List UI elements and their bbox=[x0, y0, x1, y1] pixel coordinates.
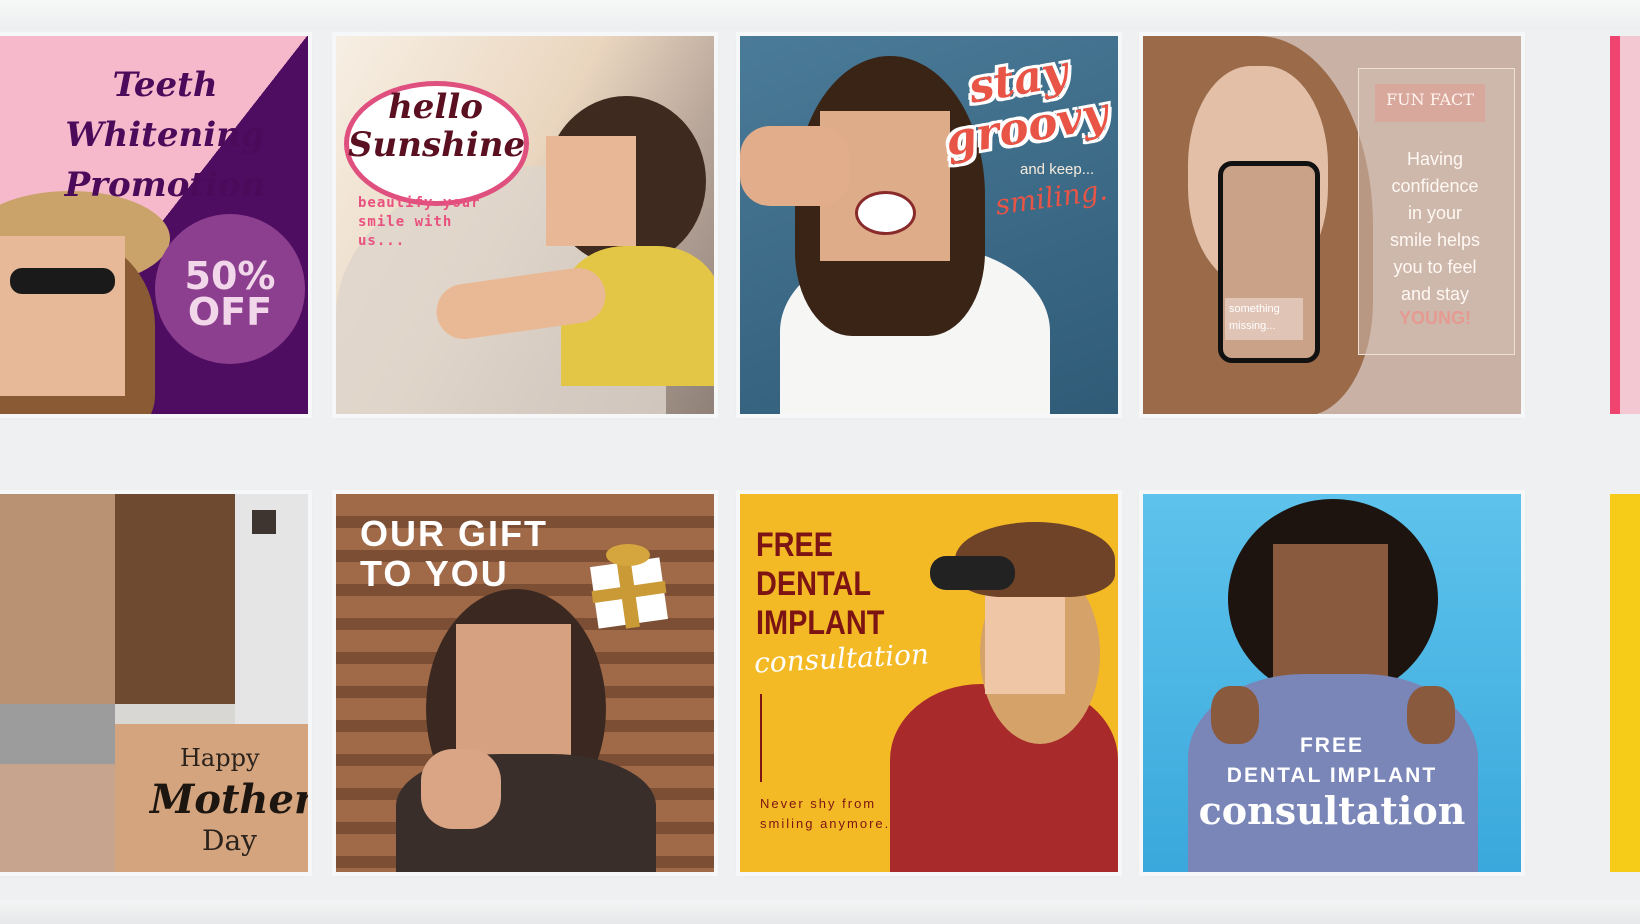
model-face bbox=[1273, 544, 1388, 694]
template-card-partial[interactable] bbox=[1610, 36, 1640, 414]
template-card-fun-fact[interactable]: something missing... FUN FACT Having con… bbox=[1143, 36, 1521, 414]
template-card-mothers-day[interactable]: Happy Mother's Day bbox=[0, 494, 308, 872]
card-title: stay groovy bbox=[941, 46, 1112, 167]
model-face bbox=[546, 136, 636, 246]
top-scroll-area bbox=[0, 0, 1640, 30]
card-title: hello Sunshine bbox=[348, 87, 526, 165]
template-card-teeth-whitening[interactable]: Teeth Whitening Promotion 50% OFF bbox=[0, 36, 308, 414]
card-footer: Never shy from smiling anymore. bbox=[760, 796, 891, 831]
template-card-hello-sunshine[interactable]: hello Sunshine beautify your smile with … bbox=[336, 36, 714, 414]
fact-text: Having confidence in your smile helps yo… bbox=[1389, 149, 1481, 304]
template-card-our-gift[interactable]: OUR GIFT TO YOU bbox=[336, 494, 714, 872]
peace-sign-hand bbox=[740, 126, 850, 206]
card-line-2: Mother's bbox=[150, 776, 308, 823]
model-face bbox=[456, 624, 571, 769]
fact-highlight: YOUNG! bbox=[1399, 308, 1471, 328]
fact-heading: FUN FACT bbox=[1386, 90, 1474, 109]
binoculars-icon bbox=[930, 556, 1015, 590]
card-edge-text bbox=[1616, 684, 1626, 834]
photo-tile bbox=[115, 494, 235, 704]
template-card-stay-groovy[interactable]: stay groovy and keep... smiling. bbox=[740, 36, 1118, 414]
discount-text: 50% OFF bbox=[184, 254, 276, 334]
card-title: OUR GIFT TO YOU bbox=[360, 513, 548, 594]
card-line-1: Happy bbox=[180, 744, 260, 772]
photo-tile bbox=[0, 704, 115, 764]
photo-tile bbox=[0, 494, 115, 704]
model-face bbox=[0, 236, 125, 396]
card-tagline: beautify your smile with us... bbox=[358, 195, 481, 249]
gift-bow bbox=[606, 544, 650, 566]
card-edge-panel bbox=[1620, 36, 1640, 414]
bottom-scroll-area bbox=[0, 900, 1640, 924]
card-line-3: Day bbox=[202, 824, 257, 857]
phone-label: something missing... bbox=[1229, 303, 1280, 332]
square-icon bbox=[252, 510, 276, 534]
card-script: consultation bbox=[753, 637, 930, 680]
card-line-1: FREE bbox=[1299, 734, 1364, 757]
template-card-dental-implant-yellow[interactable]: FREE DENTAL IMPLANT consultation Never s… bbox=[740, 494, 1118, 872]
model-smile bbox=[855, 191, 916, 235]
template-card-dental-implant-blue[interactable]: FREE DENTAL IMPLANT consultation bbox=[1143, 494, 1521, 872]
card-script: smiling. bbox=[993, 173, 1110, 222]
divider-line bbox=[760, 694, 762, 782]
model-hand bbox=[421, 749, 501, 829]
card-line-3: consultation bbox=[1198, 788, 1466, 833]
card-line-2: DENTAL IMPLANT bbox=[1226, 764, 1438, 787]
template-card-partial[interactable] bbox=[1610, 494, 1640, 872]
model-face bbox=[985, 584, 1065, 694]
sunglasses bbox=[10, 268, 115, 294]
card-title: Teeth Whitening Promotion bbox=[64, 65, 266, 205]
card-title: FREE DENTAL IMPLANT bbox=[756, 526, 885, 642]
